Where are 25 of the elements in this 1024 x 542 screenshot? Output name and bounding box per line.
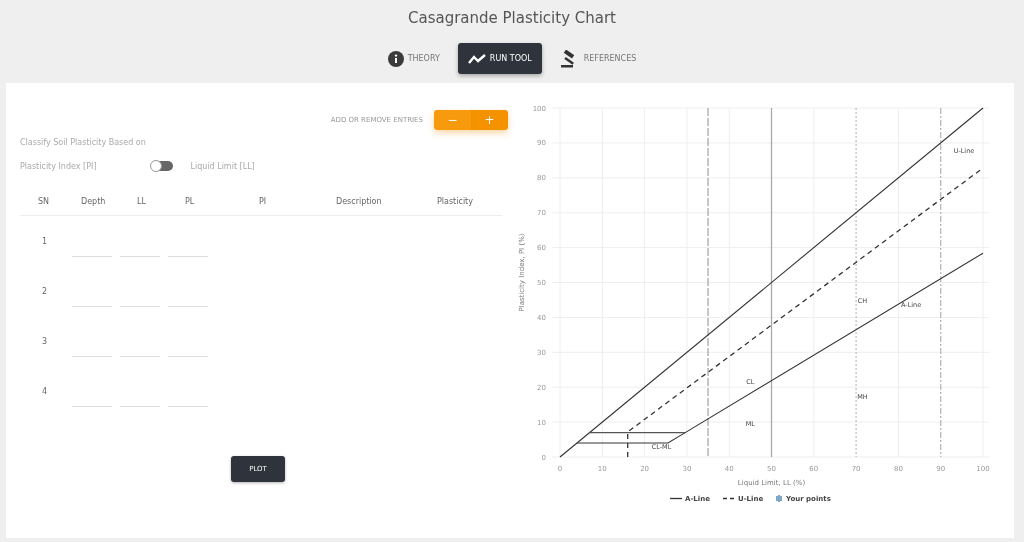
remove-button[interactable]: −	[434, 110, 471, 130]
add-button[interactable]: +	[471, 110, 508, 130]
column-header: PL	[185, 197, 195, 206]
legend-marker	[722, 497, 736, 500]
tab[interactable]: REFERENCES	[549, 43, 647, 74]
column-header: PI	[259, 197, 267, 206]
row-number: 1	[42, 236, 48, 246]
toggle-switch[interactable]	[150, 161, 173, 171]
info-icon	[387, 50, 404, 67]
tab[interactable]: THEORY	[377, 43, 450, 74]
row-number: 3	[42, 336, 48, 346]
column-header: LL	[137, 197, 146, 206]
tab[interactable]: RUN TOOL	[457, 43, 542, 74]
row-number: 4	[42, 386, 48, 396]
option-label: Plasticity Index [PI]	[20, 161, 97, 171]
row-number: 2	[42, 286, 48, 296]
page-title: Casagrande Plasticity Chart	[408, 9, 616, 27]
classify-label: Classify Soil Plasticity Based on	[20, 138, 147, 147]
column-header: Depth	[81, 197, 106, 206]
legend-marker	[669, 497, 683, 500]
option-label: Liquid Limit [LL]	[190, 161, 255, 171]
column-header: SN	[38, 197, 50, 206]
column-header: Description	[336, 197, 382, 206]
trend-line-icon	[467, 52, 486, 65]
column-header: Plasticity	[437, 197, 473, 206]
